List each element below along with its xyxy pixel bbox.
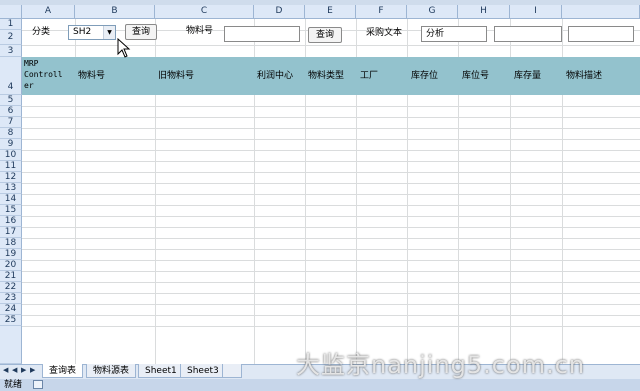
column-header-j[interactable] (562, 5, 640, 19)
column-header-a[interactable]: A (22, 5, 75, 19)
row-header-1[interactable]: 1 (0, 19, 22, 30)
header-plant[interactable]: 工厂 (360, 70, 378, 108)
extra-input-2[interactable] (568, 26, 634, 42)
grid-line (22, 271, 640, 272)
row-header-3[interactable]: 3 (0, 45, 22, 57)
header-bin[interactable]: 库位号 (462, 70, 489, 108)
grid-line (22, 216, 640, 217)
grid-line (22, 249, 640, 250)
grid-line (22, 304, 640, 305)
row-header-12[interactable]: 12 (0, 172, 22, 183)
watermark-text: 大监京nanjing5.com.cn (296, 351, 586, 379)
grid-line (22, 139, 640, 140)
header-profit-center[interactable]: 利润中心 (257, 70, 293, 108)
sheet-tab-sheet3[interactable]: Sheet3 (180, 364, 226, 378)
grid-line (22, 161, 640, 162)
prev-sheet-icon[interactable]: ◀ (12, 366, 17, 374)
header-material-no[interactable]: 物料号 (78, 70, 105, 108)
next-sheet-icon[interactable]: ▶ (21, 366, 26, 374)
header-material-type[interactable]: 物料类型 (308, 70, 344, 108)
row-header-14[interactable]: 14 (0, 194, 22, 205)
analyze-box[interactable]: 分析 (421, 26, 487, 42)
select-all-corner[interactable] (0, 5, 22, 19)
grid-line (22, 238, 640, 239)
grid-line (22, 172, 640, 173)
column-header-b[interactable]: B (75, 5, 155, 19)
row-header-15[interactable]: 15 (0, 205, 22, 216)
row-header-13[interactable]: 13 (0, 183, 22, 194)
row-header-7[interactable]: 7 (0, 117, 22, 128)
grid-line (22, 205, 640, 206)
grid-line (22, 227, 640, 228)
macro-record-icon[interactable] (33, 380, 43, 389)
category-value: SH2 (73, 27, 92, 37)
row-header-23[interactable]: 23 (0, 293, 22, 304)
row-header-5[interactable]: 5 (0, 95, 22, 106)
status-text: 就绪 (4, 380, 23, 390)
mrp-line-2: Controll (24, 70, 63, 79)
category-label: 分类 (32, 27, 51, 37)
last-sheet-icon[interactable]: ▶ (30, 366, 35, 374)
extra-input-1[interactable] (494, 26, 562, 42)
mrp-line-1: MRP (24, 59, 39, 68)
row-header-24[interactable]: 24 (0, 304, 22, 315)
column-header-i[interactable]: I (510, 5, 562, 19)
column-header-g[interactable]: G (407, 5, 458, 19)
row-header-20[interactable]: 20 (0, 260, 22, 271)
header-old-material-no[interactable]: 旧物料号 (158, 70, 194, 108)
header-storage-location[interactable]: 库存位 (411, 70, 438, 108)
row-header-11[interactable]: 11 (0, 161, 22, 172)
row-header-25[interactable]: 25 (0, 315, 22, 326)
first-sheet-icon[interactable]: ◀ (3, 366, 8, 374)
column-header-e[interactable]: E (305, 5, 356, 19)
header-material-desc[interactable]: 物料描述 (566, 70, 602, 108)
header-mrp-controller[interactable]: MRP Controll er (24, 58, 63, 96)
column-header-f[interactable]: F (356, 5, 407, 19)
row-header-10[interactable]: 10 (0, 150, 22, 161)
row-header-18[interactable]: 18 (0, 238, 22, 249)
purchase-text-label: 采购文本 (366, 28, 403, 38)
status-bar (0, 379, 640, 391)
category-dropdown[interactable]: SH2 ▼ (68, 25, 116, 40)
material-no-label: 物料号 (186, 26, 214, 36)
column-header-h[interactable]: H (458, 5, 510, 19)
grid-line (22, 194, 640, 195)
row-header-6[interactable]: 6 (0, 106, 22, 117)
column-header-c[interactable]: C (155, 5, 254, 19)
material-no-input[interactable] (224, 26, 300, 42)
grid-line (22, 293, 640, 294)
sheet-tab-query[interactable]: 查询表 (42, 364, 84, 378)
row-header-9[interactable]: 9 (0, 139, 22, 150)
header-stock-qty[interactable]: 库存量 (514, 70, 541, 108)
grid-line (22, 117, 640, 118)
insert-sheet-icon[interactable] (222, 364, 242, 378)
grid-line (22, 260, 640, 261)
grid-line (22, 128, 640, 129)
row-header-2[interactable]: 2 (0, 30, 22, 45)
chevron-down-icon[interactable]: ▼ (103, 26, 115, 39)
row-header-filler (0, 326, 22, 364)
grid-line (22, 326, 640, 327)
grid-line (22, 150, 640, 151)
mrp-line-3: er (24, 81, 34, 90)
row-header-17[interactable]: 17 (0, 227, 22, 238)
sheet-tab-material-source[interactable]: 物料源表 (86, 364, 137, 378)
row-header-4[interactable]: 4 (0, 57, 22, 95)
row-header-21[interactable]: 21 (0, 271, 22, 282)
column-header-d[interactable]: D (254, 5, 305, 19)
grid-line (22, 45, 640, 46)
row-header-16[interactable]: 16 (0, 216, 22, 227)
grid-line (22, 282, 640, 283)
row-header-8[interactable]: 8 (0, 128, 22, 139)
query-button-2[interactable]: 查询 (308, 27, 342, 43)
grid-line (22, 183, 640, 184)
sheet-tab-sheet1[interactable]: Sheet1 (138, 364, 184, 378)
excel-window: A B C D E F G H I 1 2 3 4 5 6 7 8 9 10 1… (0, 0, 640, 391)
row-header-19[interactable]: 19 (0, 249, 22, 260)
row-header-22[interactable]: 22 (0, 282, 22, 293)
grid-line (22, 315, 640, 316)
mouse-pointer-icon (117, 38, 131, 58)
